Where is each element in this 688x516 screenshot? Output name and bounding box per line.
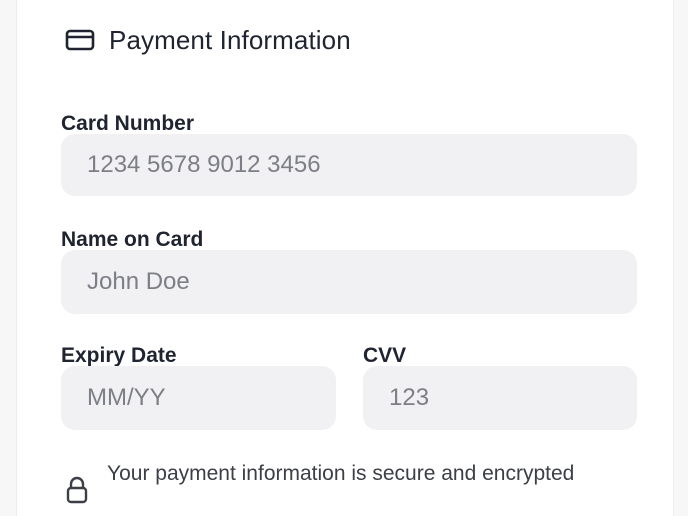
security-note-text: Your payment information is secure and e… <box>107 462 575 485</box>
card-number-input[interactable] <box>61 134 637 196</box>
cvv-label: CVV <box>363 344 407 367</box>
expiry-date-label: Expiry Date <box>61 344 177 367</box>
name-on-card-label: Name on Card <box>61 228 204 251</box>
expiry-date-input[interactable] <box>61 366 336 430</box>
cvv-input[interactable] <box>363 366 637 430</box>
card-number-label: Card Number <box>61 112 195 135</box>
security-note: Your payment information is secure and e… <box>65 456 577 506</box>
credit-card-icon <box>65 29 95 51</box>
section-header: Payment Information <box>65 22 351 58</box>
payment-card: Payment Information Card Number Name on … <box>16 0 674 516</box>
section-title: Payment Information <box>109 24 351 55</box>
lock-icon <box>65 476 89 506</box>
name-on-card-input[interactable] <box>61 250 637 314</box>
